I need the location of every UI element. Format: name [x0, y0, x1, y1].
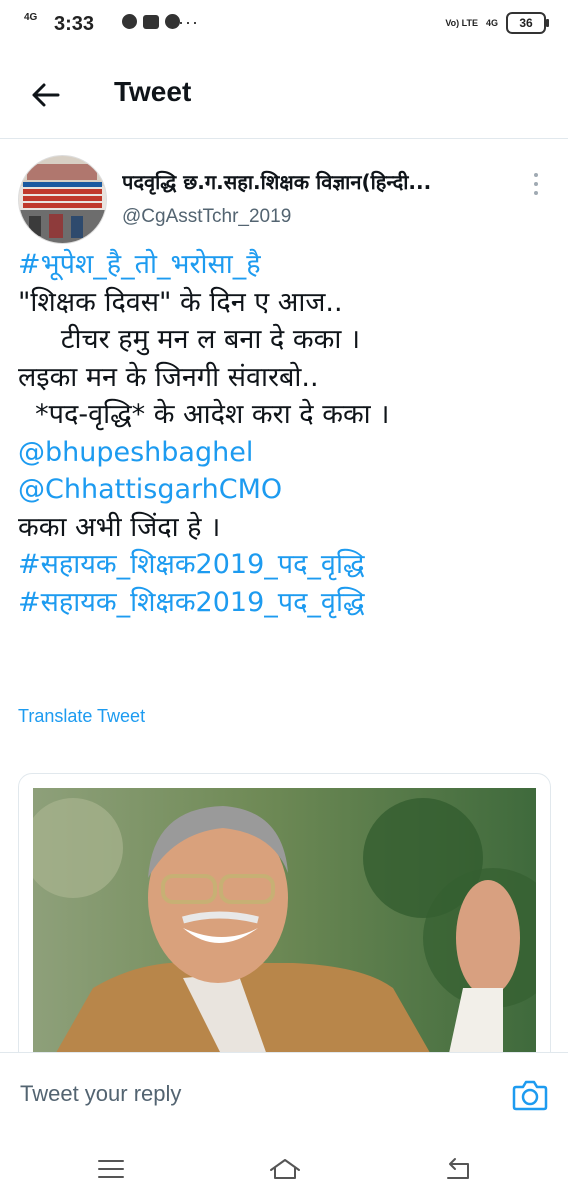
- reply-input[interactable]: Tweet your reply: [20, 1081, 181, 1107]
- back-nav-icon[interactable]: [443, 1156, 473, 1182]
- hashtag-link[interactable]: #सहायक_शिक्षक2019_पद_वृद्धि: [18, 546, 554, 584]
- avatar-image: [19, 156, 106, 243]
- mention-link[interactable]: @ChhattisgarhCMO: [18, 471, 554, 509]
- menu-icon[interactable]: [96, 1156, 126, 1182]
- home-icon[interactable]: [268, 1156, 302, 1182]
- tweet-line: लइका मन के जिनगी संवारबो..: [18, 361, 319, 393]
- status-bar: 4G 3:33 ··· Vo) LTE 4G 36: [0, 0, 568, 52]
- more-notifications: ···: [178, 12, 199, 32]
- tweet-text: #भूपेश_है_तो_भरोसा_है "शिक्षक दिवस" के द…: [18, 246, 554, 621]
- top-app-bar: Tweet: [0, 52, 568, 139]
- translate-tweet-link[interactable]: Translate Tweet: [18, 706, 145, 727]
- volte-indicator: Vo) LTE: [445, 18, 478, 28]
- hashtag-link[interactable]: #सहायक_शिक्षक2019_पद_वृद्धि: [18, 584, 554, 622]
- reply-composer[interactable]: Tweet your reply: [0, 1052, 568, 1139]
- tweet-line: टीचर हमु मन ल बना दे कका ।: [18, 324, 361, 355]
- tweet-line: "शिक्षक दिवस" के दिन ए आज..: [18, 286, 343, 318]
- back-arrow-icon[interactable]: [30, 80, 60, 110]
- status-right: Vo) LTE 4G 36: [445, 12, 549, 34]
- tweet-line: *पद-वृद्धि* के आदेश करा दे कका ।: [18, 399, 390, 430]
- camera-icon[interactable]: [512, 1079, 548, 1111]
- tweet-line: कका अभी जिंदा हे ।: [18, 511, 221, 543]
- signal-indicator: 4G: [485, 18, 498, 28]
- mention-link[interactable]: @bhupeshbaghel: [18, 434, 554, 472]
- author-handle[interactable]: @CgAsstTchr_2019: [122, 206, 291, 228]
- more-vertical-icon[interactable]: [532, 172, 540, 196]
- hashtag-link[interactable]: #भूपेश_है_तो_भरोसा_है: [18, 246, 554, 284]
- avatar[interactable]: [18, 155, 107, 244]
- network-indicator: 4G: [24, 12, 38, 23]
- notification-icons: [122, 14, 180, 29]
- message-icon: [122, 14, 137, 29]
- tweet-media[interactable]: [18, 773, 551, 1095]
- author-name[interactable]: पदवृद्धि छ.ग.सहा.शिक्षक विज्ञान(हिन्दी..…: [122, 168, 510, 195]
- page-title: Tweet: [114, 76, 192, 107]
- battery-icon: 36: [506, 12, 549, 34]
- status-time: 3:33: [54, 13, 95, 35]
- tweet-photo: [33, 788, 536, 1058]
- app-notification-icon: [143, 14, 159, 29]
- system-nav-bar: [0, 1138, 568, 1200]
